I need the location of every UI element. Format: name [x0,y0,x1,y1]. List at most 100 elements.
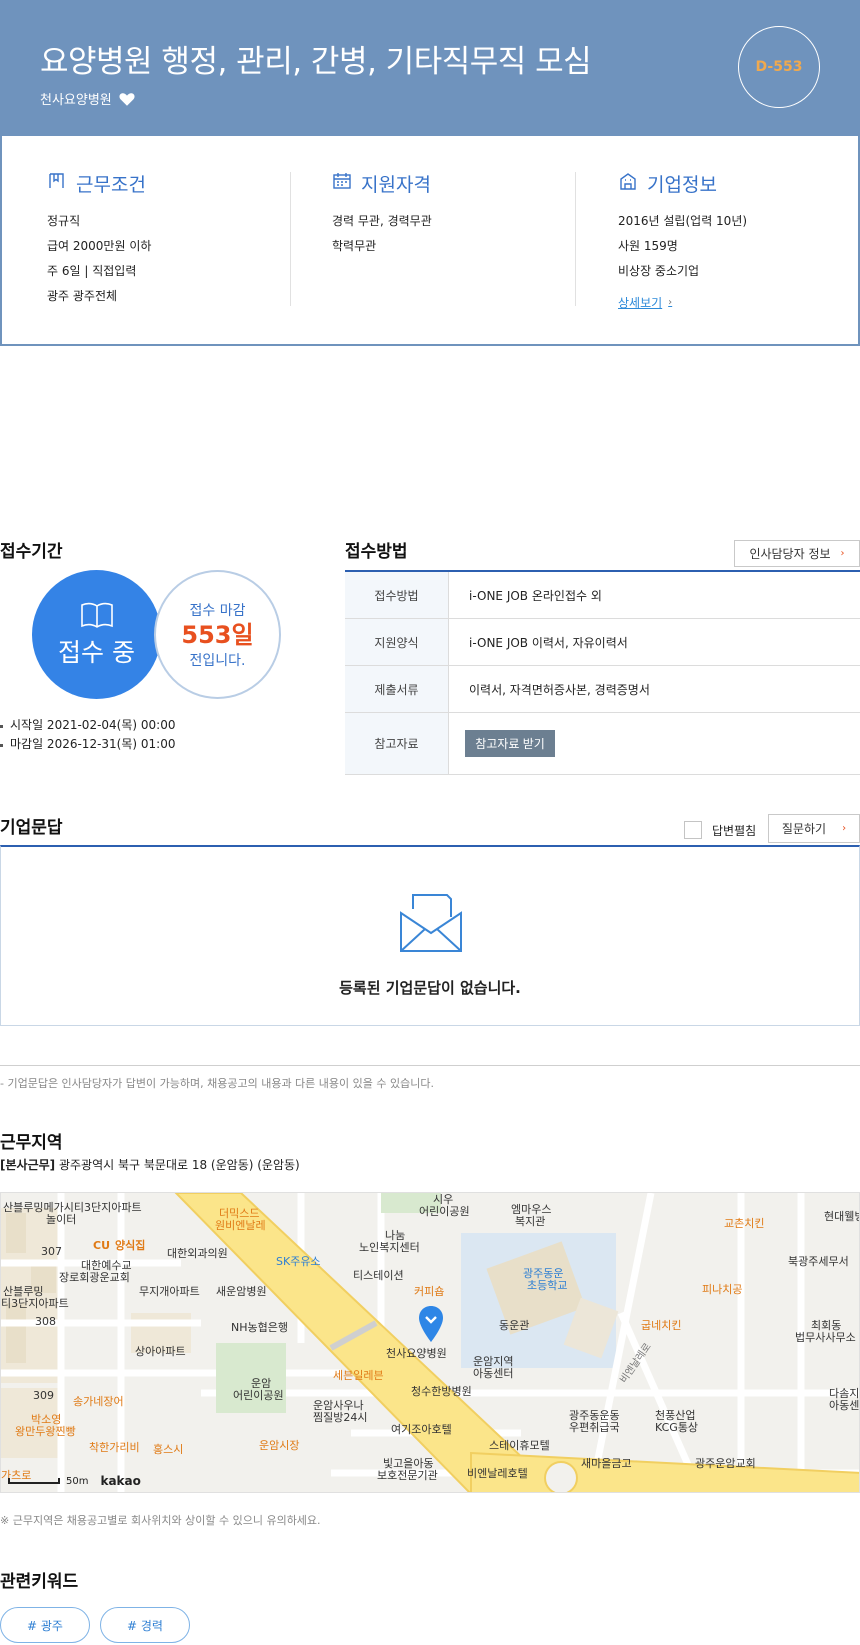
map-poi: 현대웰빙 [824,1210,859,1223]
work-line: 광주 광주전체 [47,289,118,303]
map-poi: 노인복지센터 [359,1241,420,1254]
job-header: 요양병원 행정, 관리, 간병, 기타직무직 모심 천사요양병원 D-553 [0,0,860,137]
map-poi: 307 [41,1245,62,1258]
map-poi: 초등학교 [527,1279,568,1292]
deadline-circle: 접수 마감 553일 전입니다. [154,570,281,699]
chevron-right-icon: › [842,823,847,834]
job-summary-panel: 근무조건 정규직 급여 2000만원 이하 주 6일 | 직접입력 광주 광주전… [0,136,860,346]
row-value: i-ONE JOB 이력서, 자유이력서 [469,635,628,650]
keyword-tag[interactable]: # 경력 [100,1607,190,1643]
column-divider [575,172,576,306]
map-poi: 운암시장 [259,1439,300,1452]
end-date: 마감일 2026-12-31(목) 01:00 [0,735,175,754]
expand-answers-label[interactable]: 답변펼침 [712,822,756,839]
map-poi: 보호전문기관 [377,1469,438,1482]
map-poi: 착한가리비 [89,1441,140,1454]
period-title: 접수기간 [0,542,63,562]
ask-question-button[interactable]: 질문하기 › [768,814,860,843]
status-label: 접수 중 [58,637,135,667]
work-conditions: 근무조건 정규직 급여 2000만원 이하 주 6일 | 직접입력 광주 광주전… [47,170,287,309]
map-poi: 어린이공원 [419,1205,470,1218]
scale-label: 50m [66,1475,89,1487]
book-icon [80,602,113,628]
map-poi: 피나치공 [702,1283,743,1296]
map-scale: 50m kakao [8,1474,141,1488]
company-info: 기업정보 2016년 설립(업력 10년) 사원 159명 비상장 중소기업 상… [618,170,858,311]
qa-note: - 기업문답은 인사담당자가 답변이 가능하며, 채용공고의 내용과 다른 내용… [0,1077,434,1090]
map-poi: 송가네장어 [73,1395,124,1408]
heart-icon[interactable] [118,90,136,108]
start-date: 시작일 2021-02-04(목) 00:00 [0,716,175,735]
map-poi: 놀이터 [46,1213,77,1226]
map-pin-icon[interactable] [418,1305,444,1343]
company-info-heading: 기업정보 [647,174,717,196]
map-poi: 교촌치킨 [724,1217,765,1230]
map-note: ※ 근무지역은 채용공고별로 회사위치와 상이할 수 있으니 유의하세요. [0,1514,321,1527]
map-poi: 대한외과의원 [167,1247,228,1260]
method-title: 접수방법 [345,542,408,562]
map-provider-logo: kakao [100,1474,141,1488]
map-poi: 홍스시 [153,1443,184,1456]
divider [0,1065,860,1066]
job-title: 요양병원 행정, 관리, 간병, 기타직무직 모심 [40,44,592,80]
address-text: 광주광역시 북구 북문대로 18 (운암동) (운암동) [58,1158,300,1172]
map-poi: 아동센터 [473,1367,514,1380]
qualification-line: 학력무관 [332,239,377,253]
map-poi: 왕만두왕찐빵 [15,1425,76,1438]
work-line: 주 6일 | 직접입력 [47,264,137,278]
map-poi: 복지관 [515,1215,546,1228]
document-icon [47,171,67,196]
work-address: [본사근무] 광주광역시 북구 북문대로 18 (운암동) (운암동) [0,1156,300,1173]
dday-badge: D-553 [738,26,820,108]
map-poi: 309 [33,1389,54,1402]
company-name[interactable]: 천사요양병원 [40,89,112,108]
map-poi: CU [93,1239,111,1252]
chevron-right-icon: › [668,297,673,308]
map-poi: 비엔날레호텔 [467,1467,528,1480]
table-row: 제출서류 이력서, 자격면허증사본, 경력증명서 [345,666,860,713]
map-poi: NH농협은행 [231,1321,288,1334]
status-circle: 접수 중 [32,570,161,699]
map-poi: 찜질방24시 [313,1411,368,1424]
map-poi: 굽네치킨 [641,1319,682,1332]
map-poi: 어린이공원 [233,1389,284,1402]
map-poi: 아동센 [829,1399,860,1412]
row-label: 지원양식 [345,619,449,665]
table-row: 접수방법 i-ONE JOB 온라인접수 외 [345,572,860,619]
company-line: 사원 159명 [618,239,678,253]
row-label: 접수방법 [345,572,449,618]
map-poi: 새운암병원 [216,1285,267,1298]
download-reference-button[interactable]: 참고자료 받기 [465,730,555,757]
hr-contact-button[interactable]: 인사담당자 정보 › [734,540,860,567]
qa-list: 등록된 기업문답이 없습니다. [0,845,860,1026]
map-poi: 동운관 [499,1319,530,1332]
map-poi: 스테이휴모텔 [489,1439,550,1452]
work-line: 정규직 [47,214,81,228]
map-poi: 광주운암교회 [695,1457,756,1470]
chevron-right-icon: › [840,548,845,559]
table-row: 참고자료 참고자료 받기 [345,713,860,775]
address-tag: [본사근무] [0,1158,56,1172]
map-poi: 우편취급국 [569,1421,620,1434]
map-poi: 원비엔날레 [215,1219,266,1232]
row-label: 제출서류 [345,666,449,712]
column-divider [290,172,291,306]
map-poi: 티3단지아파트 [1,1297,69,1310]
expand-answers-checkbox[interactable] [684,821,702,839]
qa-title: 기업문답 [0,818,63,838]
qualifications: 지원자격 경력 무관, 경력무관 학력무관 [332,170,572,259]
table-row: 지원양식 i-ONE JOB 이력서, 자유이력서 [345,619,860,666]
map-poi: SK주유소 [276,1255,321,1268]
company-line: 2016년 설립(업력 10년) [618,214,748,228]
qualifications-heading: 지원자격 [361,174,431,196]
map-poi: 308 [35,1315,56,1328]
company-name-row: 천사요양병원 [40,89,136,108]
map-poi: 법무사사무소 [795,1331,856,1344]
company-details-link[interactable]: 상세보기 › [618,294,672,311]
map-poi: 커피숍 [414,1285,445,1298]
keyword-tag[interactable]: # 광주 [0,1607,90,1643]
map-poi: KCG통상 [655,1421,699,1434]
calendar-icon [332,171,352,196]
keywords-title: 관련키워드 [0,1572,79,1592]
map-poi: 새마을금고 [581,1457,632,1470]
